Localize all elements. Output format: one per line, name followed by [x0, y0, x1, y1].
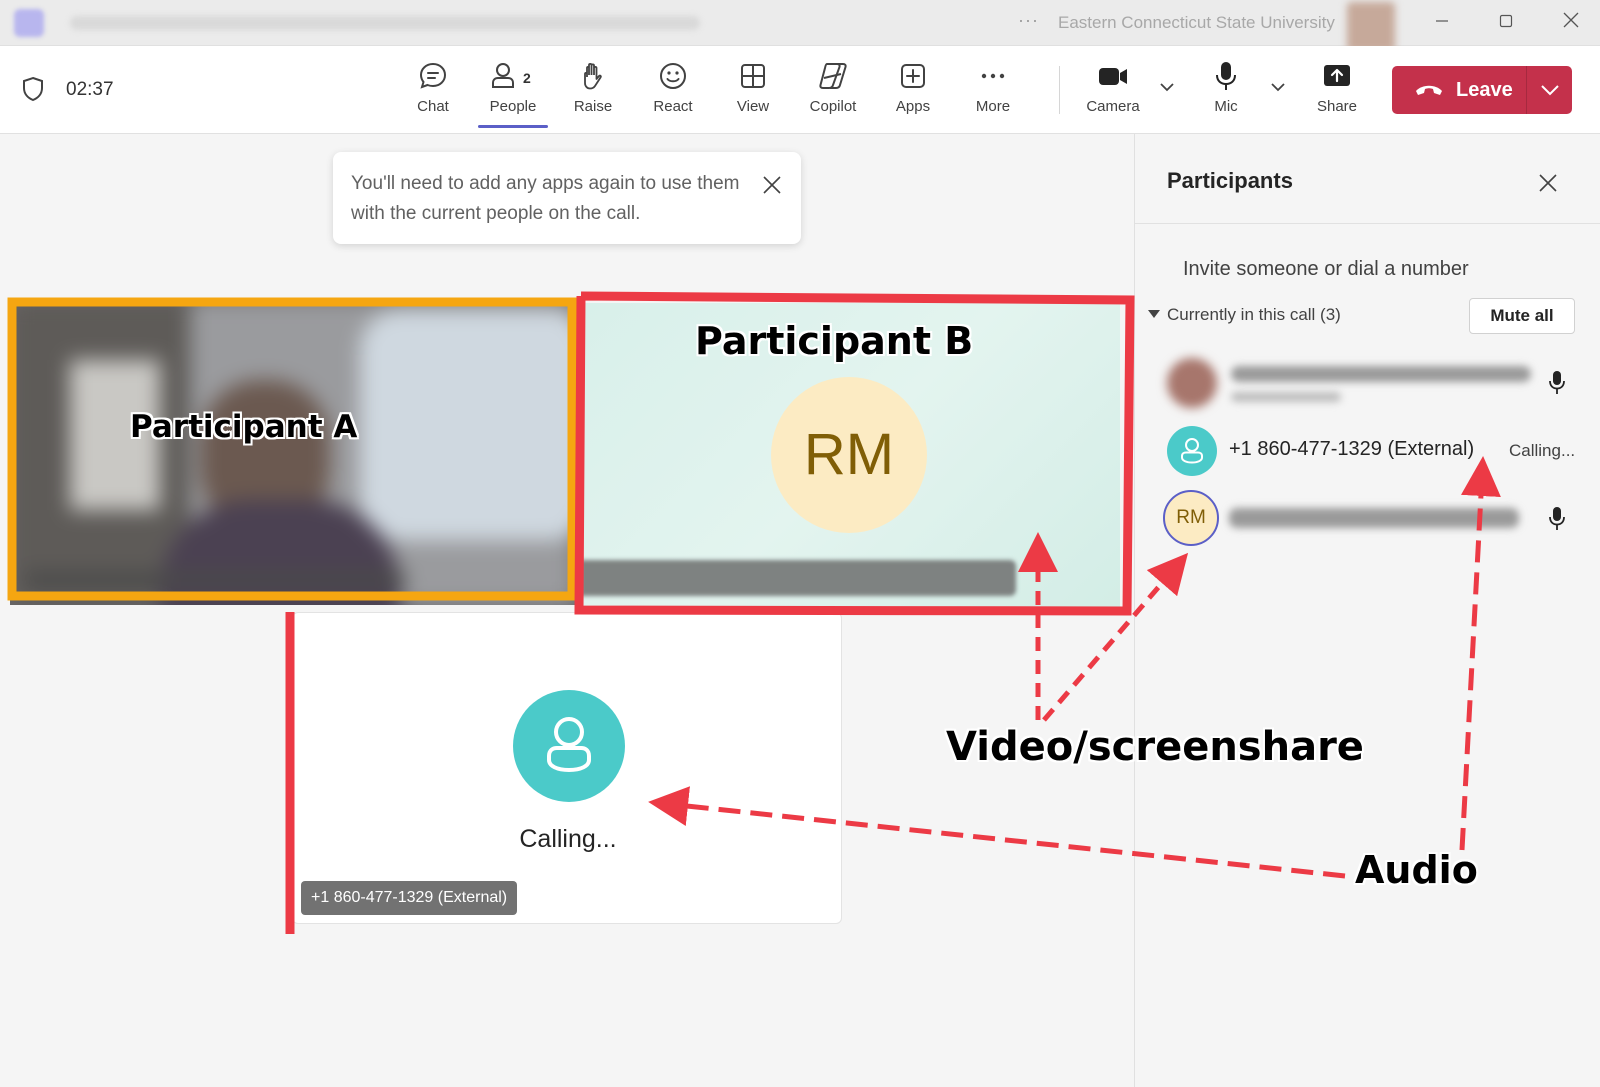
audio-arrow-to-panel	[1459, 456, 1501, 851]
annotation-overlay	[7, 291, 1501, 934]
video-arrow-to-panel	[1042, 552, 1189, 722]
teams-meeting-window: ··· Eastern Connecticut State University…	[0, 0, 1600, 1087]
participant-b-annotation: Participant B	[695, 319, 974, 363]
participant-a-highlight-box	[7, 297, 577, 601]
audio-arrow-to-tile	[648, 786, 1346, 879]
audio-annotation: Audio	[1355, 848, 1478, 892]
participant-a-annotation: Participant A	[130, 409, 358, 445]
video-screenshare-annotation: Video/screenshare	[946, 724, 1364, 770]
